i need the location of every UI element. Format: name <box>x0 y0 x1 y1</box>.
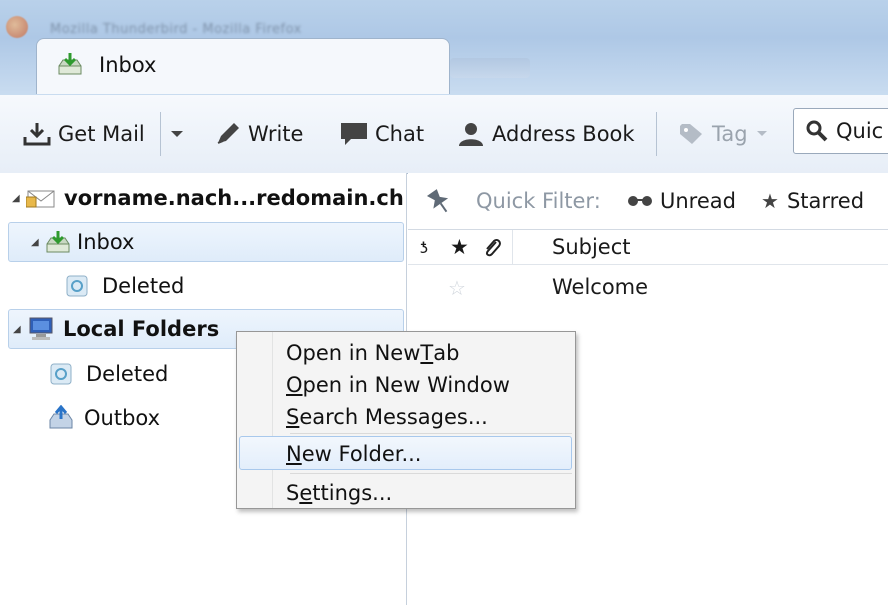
toolbar-separator <box>656 112 657 156</box>
tag-label: Tag <box>712 122 748 146</box>
star-outline-icon[interactable]: ☆ <box>448 276 466 300</box>
pin-icon <box>426 189 449 213</box>
trash-icon <box>66 275 88 297</box>
folder-local-deleted[interactable]: Deleted <box>48 354 238 394</box>
quick-search-input[interactable]: Quic <box>793 108 888 154</box>
inbox-download-icon <box>46 231 70 253</box>
search-icon <box>806 120 828 142</box>
expand-twisty-icon[interactable]: ◢ <box>13 324 27 335</box>
write-label: Write <box>248 122 304 146</box>
get-mail-label: Get Mail <box>58 122 145 146</box>
unread-filter-button[interactable]: Unread <box>626 173 736 229</box>
starred-label: Starred <box>786 189 865 213</box>
chat-label: Chat <box>375 122 425 146</box>
quick-filter-label: Quick Filter: <box>476 189 601 213</box>
chevron-down-icon <box>756 131 767 136</box>
outbox-upload-icon <box>49 405 73 429</box>
folder-label: Inbox <box>77 230 135 254</box>
trash-icon <box>50 363 72 385</box>
folder-inbox[interactable]: ◢ Inbox <box>8 222 404 262</box>
unread-label: Unread <box>660 189 736 213</box>
attachment-column-icon[interactable] <box>482 230 502 264</box>
tag-icon <box>680 124 702 144</box>
message-row[interactable]: ☆ Welcome <box>408 270 888 308</box>
menu-item-new-folder[interactable]: New Folder... <box>286 438 421 470</box>
tab-label: Inbox <box>99 53 157 77</box>
subject-column-header[interactable]: Subject <box>552 230 631 264</box>
folder-account[interactable]: ◢ vorname.nach...redomain.ch <box>12 178 407 218</box>
menu-item-open-in-new-tab[interactable]: Open in New Tab <box>286 337 459 369</box>
local-folders-label: Local Folders <box>63 317 220 341</box>
expand-twisty-icon[interactable]: ◢ <box>31 237 45 248</box>
expand-twisty-icon[interactable]: ◢ <box>12 193 26 204</box>
computer-icon <box>29 317 53 340</box>
menu-item-settings[interactable]: Se ttings... <box>286 477 392 509</box>
new-tab-area <box>450 58 530 78</box>
folder-label: Deleted <box>102 274 185 298</box>
folder-outbox[interactable]: Outbox <box>48 398 238 438</box>
get-mail-dropdown[interactable] <box>168 95 192 173</box>
contact-icon <box>459 123 483 146</box>
chevron-down-icon <box>171 131 183 137</box>
inbox-download-icon <box>57 52 83 80</box>
menu-item-open-in-new-window[interactable]: Open in New Window <box>286 369 510 401</box>
glasses-icon <box>628 196 652 206</box>
quick-search-label: Quic <box>836 119 884 143</box>
chat-bubble-icon <box>341 123 367 145</box>
message-subject: Welcome <box>552 275 649 299</box>
quick-filter-bar: Quick Filter: Unread ★ Starred <box>408 173 888 230</box>
folder-account-deleted[interactable]: Deleted <box>64 266 394 306</box>
chat-button[interactable]: Chat <box>339 95 424 173</box>
star-column-icon[interactable]: ★ <box>450 230 469 264</box>
folder-label: Deleted <box>86 362 169 386</box>
address-book-label: Address Book <box>492 122 635 146</box>
quick-filter-pin-button[interactable] <box>424 173 456 229</box>
app-logo-icon <box>6 16 28 38</box>
pencil-icon <box>217 123 239 144</box>
menu-separator <box>290 473 572 474</box>
thread-column-header: ƾ ★ Subject <box>408 230 888 265</box>
menu-item-search-messages[interactable]: Search Messages... <box>286 401 488 433</box>
tag-button[interactable]: Tag <box>678 95 776 173</box>
address-book-button[interactable]: Address Book <box>456 95 635 173</box>
account-name: vorname.nach...redomain.ch <box>64 186 404 210</box>
folder-label: Outbox <box>84 406 161 430</box>
get-mail-icon <box>23 123 51 146</box>
main-toolbar: Get Mail Write Chat Address Book Tag <box>0 95 888 174</box>
toolbar-separator <box>160 112 161 156</box>
menu-separator <box>290 433 572 434</box>
get-mail-button[interactable]: Get Mail <box>22 95 145 173</box>
email-account-icon <box>26 190 55 208</box>
write-button[interactable]: Write <box>214 95 303 173</box>
tab-inbox[interactable]: Inbox <box>36 38 450 94</box>
thread-column-icon[interactable]: ƾ <box>420 230 428 264</box>
star-icon: ★ <box>761 189 779 213</box>
starred-filter-button[interactable]: ★ Starred <box>761 173 864 229</box>
window-title: Mozilla Thunderbird - Mozilla Firefox <box>50 22 302 37</box>
